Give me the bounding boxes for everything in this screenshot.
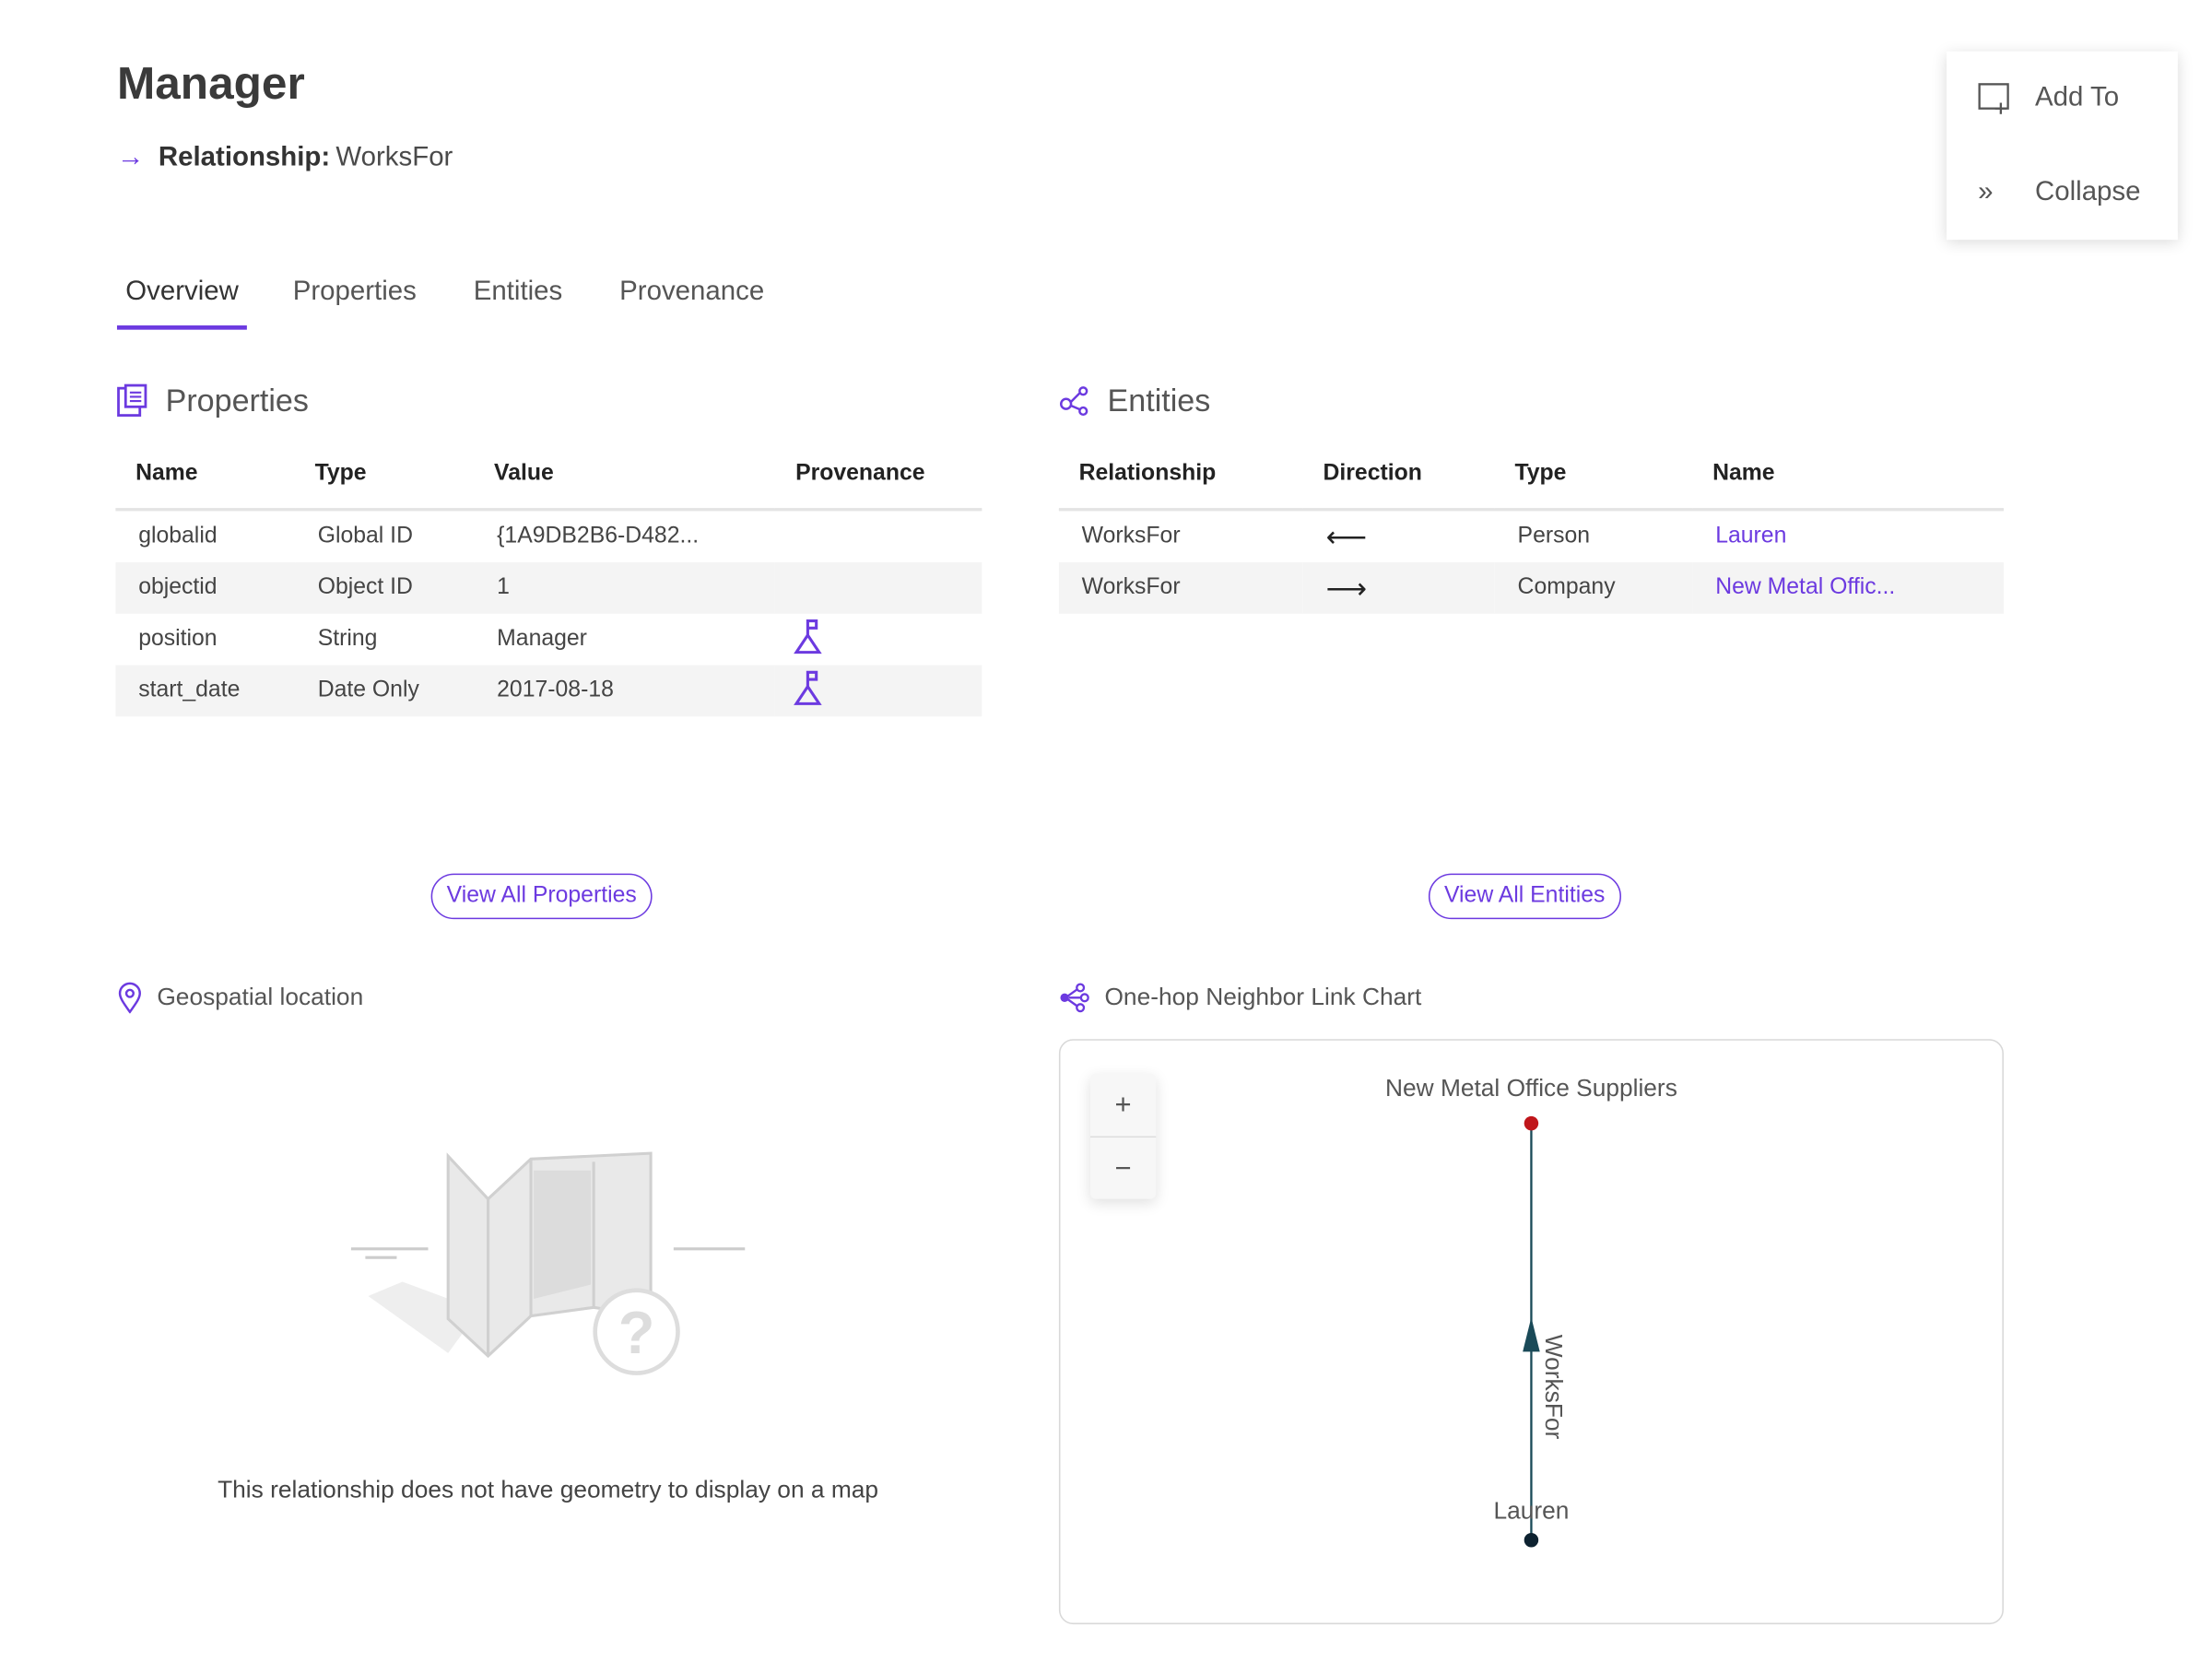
property-name: position — [138, 626, 218, 652]
tab-provenance[interactable]: Provenance — [619, 274, 793, 329]
direction-arrow-icon: ⟶ — [1302, 562, 1495, 614]
col-type: Type — [1494, 454, 1693, 512]
side-menu: Add To » Collapse — [1947, 51, 2178, 241]
tab-properties[interactable]: Properties — [293, 274, 445, 329]
entity-relationship: WorksFor — [1058, 562, 1303, 614]
property-value: 1 — [474, 562, 776, 614]
page-title: Manager — [116, 56, 305, 109]
property-value: Manager — [497, 626, 587, 652]
property-name: start_date — [115, 665, 295, 717]
relationship-label: Relationship: — [158, 142, 331, 173]
col-type: Type — [294, 454, 475, 512]
entities-heading: Entities — [1059, 383, 1210, 419]
node-label-company: New Metal Office Suppliers — [1385, 1074, 1677, 1102]
properties-heading: Properties — [117, 383, 309, 419]
edge-label: WorksFor — [1540, 1335, 1568, 1440]
entity-row: WorksFor ⟶ Company New Metal Offic... — [1058, 562, 2004, 614]
node-new-metal-office-suppliers[interactable] — [1524, 1115, 1539, 1131]
zoom-in-button[interactable]: + — [1089, 1073, 1157, 1138]
col-name: Name — [1692, 454, 2004, 512]
property-row: position String Manager — [115, 614, 982, 666]
no-map-illustration: ? — [350, 1151, 746, 1375]
property-value: 2017-08-18 — [474, 665, 776, 717]
properties-title: Properties — [165, 382, 309, 418]
property-row: objectid Object ID 1 — [115, 562, 982, 614]
link-chart-canvas[interactable]: WorksFor New Metal Office Suppliers Laur… — [1060, 1041, 2002, 1623]
edge-arrowhead — [1523, 1317, 1540, 1352]
col-provenance: Provenance — [775, 454, 982, 512]
geospatial-title: Geospatial location — [157, 983, 364, 1011]
entity-name-link[interactable]: Lauren — [1692, 510, 2004, 562]
collapse-label: Collapse — [2035, 177, 2141, 207]
add-to-icon — [1978, 83, 2009, 114]
link-chart-panel[interactable]: WorksFor New Metal Office Suppliers Laur… — [1058, 1039, 2004, 1625]
zoom-out-button[interactable]: − — [1090, 1138, 1156, 1200]
entity-row: WorksFor ⟵ Person Lauren — [1059, 510, 2004, 562]
tab-bar: Overview Properties Entities Provenance — [116, 274, 821, 330]
direction-arrow-icon: ⟵ — [1325, 521, 1368, 554]
add-to-label: Add To — [2035, 82, 2120, 113]
col-relationship: Relationship — [1058, 454, 1303, 512]
relationship-value: WorksFor — [335, 142, 453, 173]
svg-text:?: ? — [618, 1299, 655, 1366]
no-geometry-message: This relationship does not have geometry… — [218, 1476, 879, 1503]
property-name: objectid — [115, 562, 295, 614]
map-pin-icon — [118, 982, 141, 1014]
relationship-line: → Relationship: WorksFor — [117, 143, 453, 174]
provenance-flag-icon[interactable] — [793, 618, 824, 662]
properties-table: Name Type Value Provenance globalid Glob… — [115, 454, 982, 717]
link-chart-heading: One-hop Neighbor Link Chart — [1059, 982, 1421, 1013]
property-type: Object ID — [294, 562, 475, 614]
property-name: globalid — [138, 524, 218, 548]
provenance-cell — [775, 562, 982, 614]
geospatial-heading: Geospatial location — [117, 982, 364, 1014]
entity-name-link[interactable]: New Metal Offic... — [1692, 562, 2004, 614]
provenance-cell — [775, 614, 982, 666]
tab-entities[interactable]: Entities — [474, 274, 591, 329]
link-chart-icon — [1060, 983, 1089, 1013]
chevrons-right-icon: » — [1978, 177, 1994, 207]
entities-table: Relationship Direction Type Name WorksFo… — [1058, 454, 2004, 614]
add-to-button[interactable]: Add To — [1947, 52, 2178, 146]
entity-type: Company — [1494, 562, 1693, 614]
view-all-properties-button[interactable]: View All Properties — [430, 873, 653, 920]
properties-icon — [117, 383, 147, 417]
collapse-button[interactable]: » Collapse — [1947, 146, 2178, 240]
provenance-cell — [775, 510, 982, 562]
property-row: start_date Date Only 2017-08-18 — [115, 665, 982, 717]
property-value: {1A9DB2B6-D482... — [497, 524, 700, 548]
node-lauren[interactable] — [1524, 1532, 1539, 1548]
zoom-control: + − — [1089, 1073, 1157, 1200]
link-chart-title: One-hop Neighbor Link Chart — [1104, 983, 1422, 1011]
property-row: globalid Global ID {1A9DB2B6-D482... — [115, 510, 982, 562]
tab-overview[interactable]: Overview — [116, 274, 248, 330]
col-direction: Direction — [1302, 454, 1495, 512]
property-type: Global ID — [317, 524, 413, 548]
view-all-entities-button[interactable]: View All Entities — [1428, 873, 1621, 920]
provenance-flag-icon[interactable] — [793, 668, 824, 713]
col-name: Name — [115, 454, 295, 512]
entities-icon — [1059, 386, 1088, 417]
node-label-person: Lauren — [1493, 1496, 1569, 1524]
col-value: Value — [474, 454, 776, 512]
entities-title: Entities — [1107, 382, 1211, 418]
entity-relationship: WorksFor — [1081, 524, 1181, 548]
property-type: String — [317, 626, 378, 652]
property-type: Date Only — [294, 665, 475, 717]
entity-type: Person — [1517, 524, 1591, 548]
provenance-cell — [775, 665, 982, 717]
arrow-right-icon: → — [116, 142, 145, 173]
